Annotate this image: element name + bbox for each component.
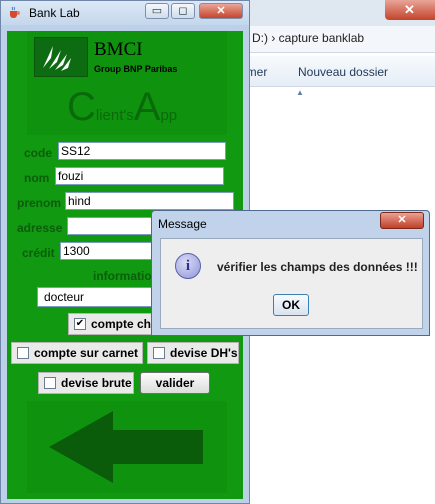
checkbox-icon[interactable]: [44, 377, 56, 389]
clients-app-logo-text: Client'sApp: [67, 85, 178, 129]
compte-carnet-label: compte sur carnet: [34, 346, 139, 360]
info-icon: i: [175, 253, 201, 279]
adresse-field[interactable]: [67, 217, 157, 235]
nom-field[interactable]: [55, 167, 224, 185]
bmci-subtitle: Group BNP Paribas: [94, 64, 178, 74]
checkmark-icon[interactable]: ✔: [74, 318, 86, 330]
background-address-bar[interactable]: D:) › capture banklab: [240, 26, 435, 53]
dialog-title: Message: [158, 217, 207, 231]
dialog-close-button[interactable]: ✕: [380, 212, 424, 229]
bmci-title: BMCI: [94, 39, 143, 60]
bnp-stars-logo-icon: [34, 37, 88, 77]
message-dialog: Message ✕ i vérifier les champs des donn…: [151, 210, 430, 336]
window-title: Bank Lab: [29, 6, 80, 20]
dialog-message: vérifier les champs des données !!!: [217, 260, 418, 274]
back-arrow-icon[interactable]: [27, 401, 227, 493]
checkbox-icon[interactable]: [17, 347, 29, 359]
maximize-button[interactable]: ◻: [171, 3, 195, 19]
devise-dh-checkbox[interactable]: devise DH's: [147, 342, 239, 364]
valider-button[interactable]: valider: [140, 372, 210, 394]
sort-caret-icon: ▲: [296, 88, 304, 97]
java-cup-icon: [10, 6, 20, 18]
nom-label: nom: [24, 171, 50, 185]
background-toolbar: imer Nouveau dossier: [240, 56, 435, 87]
new-folder-button[interactable]: Nouveau dossier: [298, 65, 388, 79]
prenom-label: prenom: [17, 196, 62, 210]
devise-brute-label: devise brute: [61, 376, 132, 390]
checkbox-icon[interactable]: [153, 347, 165, 359]
compte-cheque-checkbox[interactable]: ✔ compte ch: [68, 313, 160, 335]
adresse-label: adresse: [17, 221, 63, 235]
prenom-field[interactable]: [65, 192, 234, 210]
credit-field[interactable]: [60, 242, 157, 260]
background-address-text: D:) › capture banklab: [252, 31, 365, 45]
information-label: information: [93, 269, 159, 283]
arrow-panel[interactable]: [27, 401, 227, 493]
minimize-button[interactable]: ▭: [145, 3, 169, 19]
profession-value: docteur: [44, 290, 85, 304]
window-titlebar[interactable]: Bank Lab ▭ ◻ ✕: [1, 1, 249, 25]
ok-button[interactable]: OK: [273, 294, 309, 316]
credit-label: crédit: [22, 246, 55, 260]
code-label: code: [24, 146, 53, 160]
profession-select[interactable]: docteur: [37, 287, 161, 307]
background-close-icon: ✕: [404, 2, 415, 17]
compte-cheque-label: compte ch: [91, 317, 152, 331]
code-field[interactable]: [58, 142, 226, 160]
dialog-body: i vérifier les champs des données !!! OK: [160, 238, 423, 329]
close-button[interactable]: ✕: [199, 3, 243, 19]
devise-dh-label: devise DH's: [170, 346, 238, 360]
devise-brute-checkbox[interactable]: devise brute: [38, 372, 134, 394]
compte-carnet-checkbox[interactable]: compte sur carnet: [11, 342, 143, 364]
